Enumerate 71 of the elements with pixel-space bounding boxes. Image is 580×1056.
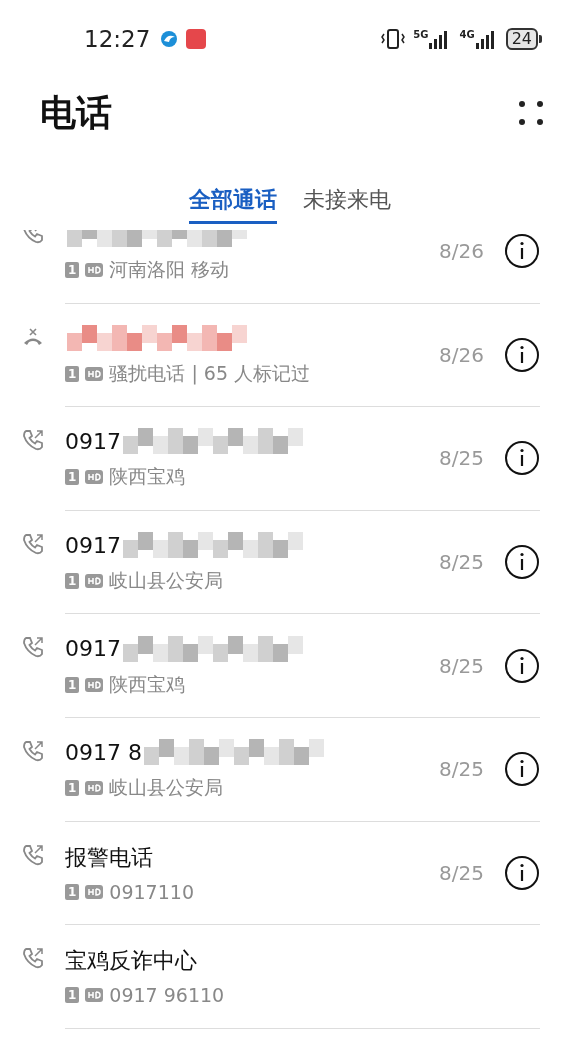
contact-name: 0917 — [65, 532, 121, 558]
call-row[interactable]: 0917 8 1 岐山县公安局 8/25 — [65, 717, 540, 822]
sim-badge: 1 — [65, 365, 80, 382]
contact-name: 报警电话 — [65, 843, 153, 872]
call-date: 8/25 — [439, 653, 484, 678]
info-icon[interactable] — [504, 336, 540, 373]
outgoing-call-icon — [22, 636, 44, 659]
call-date: 8/25 — [439, 446, 484, 471]
sim-badge: 1 — [65, 676, 80, 693]
battery-level: 24 — [505, 28, 538, 50]
sim-badge: 1 — [65, 883, 80, 900]
call-date: 8/25 — [439, 757, 484, 782]
sim-badge: 1 — [65, 573, 80, 590]
call-detail: 岐山县公安局 — [109, 568, 224, 594]
outgoing-call-icon — [22, 532, 44, 555]
call-date: 8/25 — [439, 860, 484, 885]
network-type: 5G — [413, 29, 429, 40]
call-detail: 骚扰电话 | 65 人标记过 — [109, 360, 311, 387]
more-icon[interactable] — [518, 100, 544, 126]
call-detail: 河南洛阳 移动 — [109, 257, 230, 283]
info-icon[interactable] — [504, 440, 540, 477]
call-date: 8/26 — [439, 239, 484, 264]
call-row[interactable]: 1 河南洛阳 移动 8/26 — [65, 230, 540, 304]
network-type: 4G — [459, 29, 475, 40]
rejected-call-icon — [22, 325, 44, 348]
sim-badge: 1 — [65, 780, 80, 797]
call-row[interactable]: 1 骚扰电话 | 65 人标记过 8/26 — [65, 303, 540, 408]
battery-cap — [539, 35, 542, 43]
page-title: 电话 — [40, 90, 112, 135]
call-row[interactable]: 0917 1 陕西宝鸡 8/25 — [65, 614, 540, 718]
hd-badge-icon — [85, 781, 104, 796]
sim-badge: 1 — [65, 987, 80, 1004]
call-detail: 陕西宝鸡 — [109, 671, 186, 697]
hd-badge-icon — [85, 988, 104, 1003]
call-row[interactable]: 宝鸡反诈中心 1 0917 96110 — [65, 925, 540, 1029]
call-row[interactable]: 0917 1 陕西宝鸡 8/25 — [65, 407, 540, 511]
contact-name: 0917 8 — [65, 739, 142, 765]
info-icon[interactable] — [504, 647, 540, 684]
hd-badge-icon — [85, 884, 104, 899]
info-icon[interactable] — [504, 544, 540, 581]
sim-badge: 1 — [65, 469, 80, 486]
call-row[interactable]: 报警电话 1 0917110 8/25 — [65, 821, 540, 926]
contact-name: 宝鸡反诈中心 — [65, 947, 197, 976]
tab[interactable]: 未接来电 — [303, 184, 391, 224]
info-icon[interactable] — [504, 854, 540, 891]
outgoing-call-icon — [22, 843, 44, 866]
notification-icon — [160, 30, 179, 48]
call-detail: 0917110 — [109, 880, 194, 903]
hd-badge-icon — [85, 366, 104, 381]
hd-badge-icon — [85, 263, 104, 278]
call-detail: 0917 96110 — [109, 984, 225, 1007]
info-icon[interactable] — [504, 233, 540, 270]
call-row[interactable]: 0917 1 岐山县公安局 8/25 — [65, 510, 540, 615]
tab[interactable]: 全部通话 — [189, 184, 277, 224]
hd-badge-icon — [85, 574, 104, 589]
hd-badge-icon — [85, 677, 104, 692]
call-date: 8/26 — [439, 342, 484, 367]
sim-badge: 1 — [65, 262, 80, 279]
contact-name: 0917 — [65, 636, 121, 662]
call-date: 8/25 — [439, 550, 484, 575]
call-detail: 陕西宝鸡 — [109, 464, 186, 490]
outgoing-call-icon — [22, 739, 44, 762]
outgoing-call-icon — [22, 947, 44, 970]
vibrate-icon — [381, 28, 406, 50]
contact-name: 0917 — [65, 429, 121, 454]
app-notification-icon — [186, 29, 207, 49]
hd-badge-icon — [85, 470, 104, 485]
outgoing-call-icon — [22, 429, 44, 452]
status-time: 12:27 — [84, 26, 151, 52]
call-detail: 岐山县公安局 — [109, 775, 224, 801]
info-icon[interactable] — [504, 751, 540, 788]
